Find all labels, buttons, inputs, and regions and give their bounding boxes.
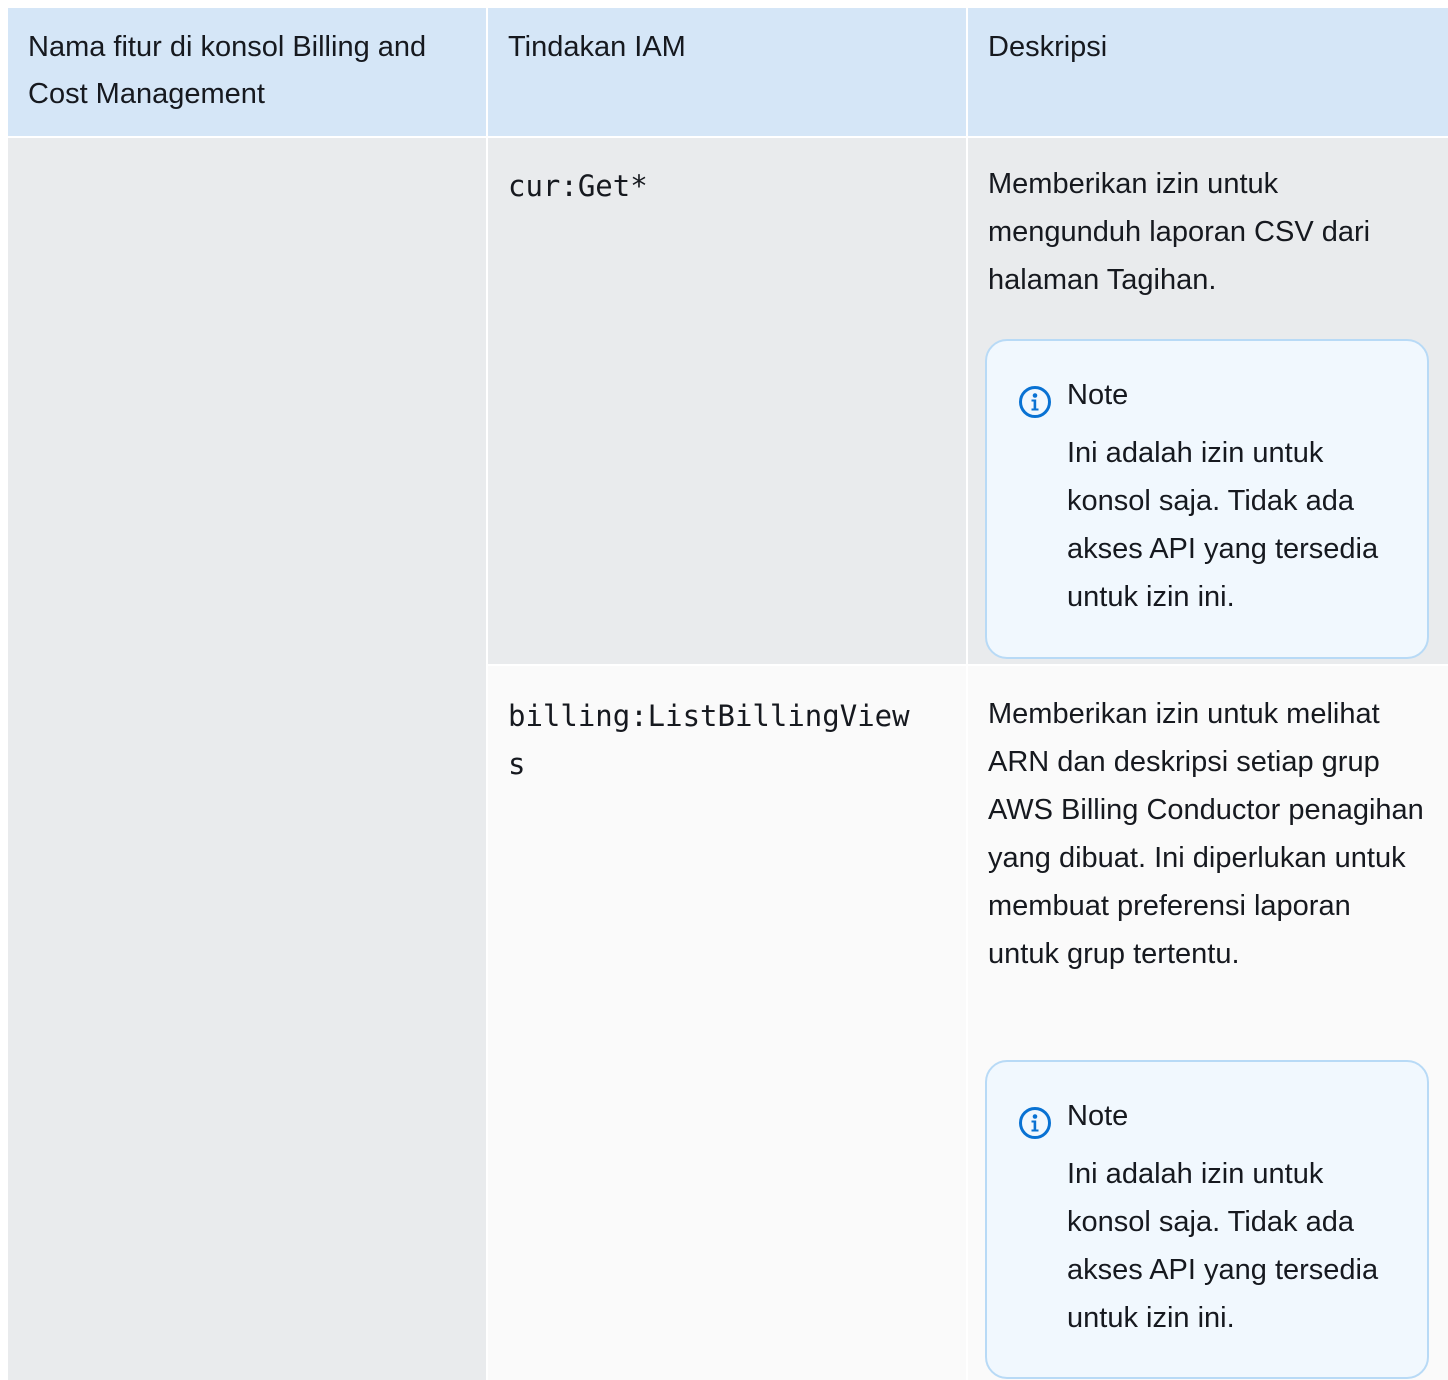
note-title: Note xyxy=(1067,379,1129,411)
table-row-1-action-cell: cur:Get* xyxy=(488,138,966,664)
note-body: Ini adalah izin untuk konsol saja. Tidak… xyxy=(1067,437,1379,613)
description-text: Memberikan izin untuk melihat ARN dan de… xyxy=(988,698,1424,970)
header-iam-action: Tindakan IAM xyxy=(488,8,966,136)
header-description: Deskripsi xyxy=(968,8,1448,136)
note-callout: Note Ini adalah izin untuk konsol saja. … xyxy=(985,1060,1429,1379)
table-row-2-action-cell: billing:ListBillingViews xyxy=(488,666,966,1380)
note-title: Note xyxy=(1067,1100,1129,1132)
iam-action-code: billing:ListBillingViews xyxy=(508,699,910,781)
table-row-2-description-cell: Memberikan izin untuk melihat ARN dan de… xyxy=(968,666,1448,1380)
info-circle-icon xyxy=(1019,386,1051,418)
note-body: Ini adalah izin untuk konsol saja. Tidak… xyxy=(1067,1158,1379,1334)
note-callout: Note Ini adalah izin untuk konsol saja. … xyxy=(985,339,1429,659)
feature-name-cell xyxy=(8,138,486,1380)
table-row-1-description-cell: Memberikan izin untuk mengunduh laporan … xyxy=(968,138,1448,664)
description-text: Memberikan izin untuk mengunduh laporan … xyxy=(988,168,1371,296)
info-circle-icon xyxy=(1019,1107,1051,1139)
header-feature-name: Nama fitur di konsol Billing and Cost Ma… xyxy=(8,8,486,136)
iam-action-code: cur:Get* xyxy=(508,169,648,203)
permissions-table: Nama fitur di konsol Billing and Cost Ma… xyxy=(8,8,1448,1380)
